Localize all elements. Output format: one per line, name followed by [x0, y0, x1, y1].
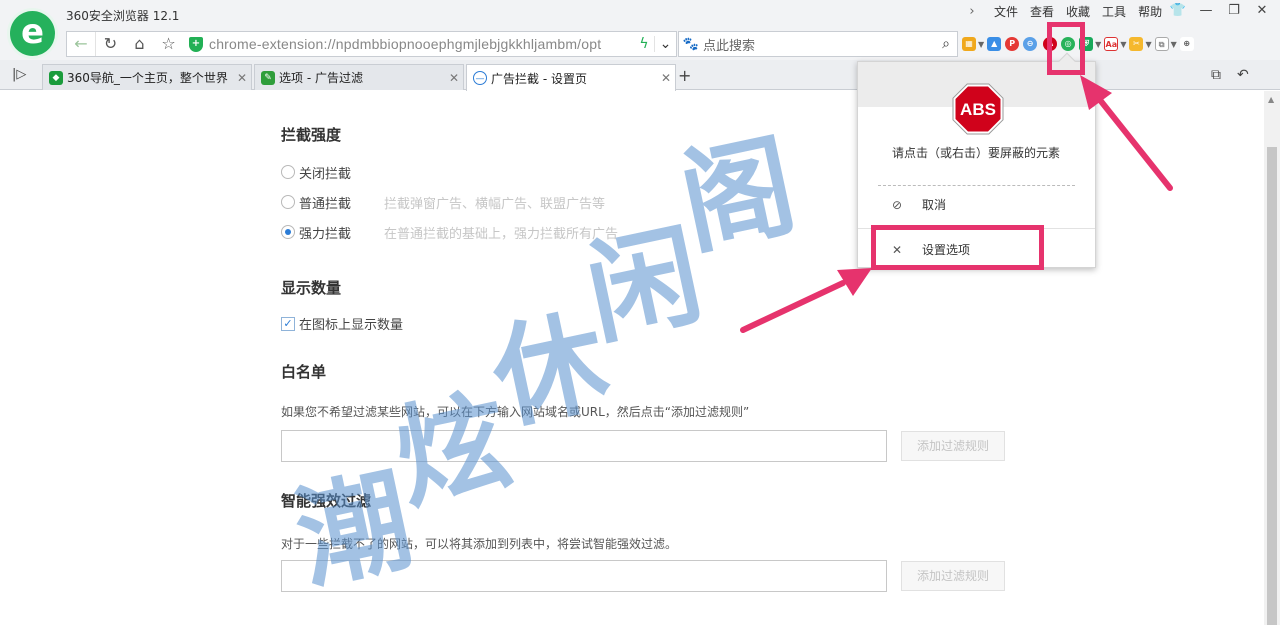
popup-divider: [878, 185, 1075, 186]
level-section-title: 拦截强度: [281, 126, 342, 144]
scroll-thumb[interactable]: [1267, 147, 1277, 625]
sidebar-toggle-icon[interactable]: |▷: [12, 67, 26, 82]
abp-logo-text: ABS: [960, 100, 996, 119]
whitelist-input[interactable]: [281, 430, 887, 462]
tab-adblock-settings[interactable]: — 广告拦截 - 设置页 ✕: [466, 64, 676, 91]
app-title: 360安全浏览器 12.1: [66, 9, 180, 23]
speed-mode-icon[interactable]: ϟ: [634, 36, 654, 52]
abp-stop-sign-icon: ABS: [952, 83, 1004, 135]
radio-button[interactable]: [281, 165, 295, 179]
apps-grid-icon[interactable]: ▦: [962, 37, 976, 51]
highlight-box-options: [871, 225, 1044, 270]
popup-cancel-item[interactable]: ⊘ 取消: [892, 196, 946, 213]
font-extension-icon[interactable]: Aa: [1104, 37, 1119, 51]
radio-description: 拦截弹窗广告、横幅广告、联盟广告等: [384, 196, 606, 212]
blocked-favicon-icon: —: [473, 71, 487, 85]
360-nav-favicon-icon: ◆: [49, 70, 63, 85]
undo-close-icon[interactable]: ↶: [1237, 67, 1249, 83]
tab-close-icon[interactable]: ✕: [445, 71, 463, 85]
pro-extension-icon[interactable]: P: [1005, 37, 1020, 51]
smart-add-button[interactable]: 添加过滤规则: [901, 561, 1005, 591]
radio-label: 强力拦截: [299, 226, 352, 242]
menu-tools[interactable]: 工具: [1102, 3, 1126, 20]
new-tab-button[interactable]: +: [678, 66, 691, 85]
home-button[interactable]: ⌂: [125, 32, 154, 56]
window-controls: 👕 — ❐ ✕: [1164, 0, 1276, 22]
search-input[interactable]: 点此搜索: [703, 35, 935, 54]
tab-filter-options[interactable]: ✎ 选项 - 广告过滤 ✕: [254, 64, 464, 90]
menu-bar: › 文件 查看 收藏 工具 帮助: [962, 2, 1162, 20]
radio-option-off[interactable]: 关闭拦截: [281, 163, 384, 182]
tab-overview-icon[interactable]: ⧉: [1211, 67, 1221, 83]
popup-instruction: 请点击（或右击）要屏蔽的元素: [892, 146, 1061, 160]
skin-icon[interactable]: 👕: [1164, 0, 1192, 22]
popup-cancel-label: 取消: [922, 198, 947, 212]
radio-button-selected[interactable]: [281, 225, 295, 239]
screenshot-extension-icon[interactable]: ✂: [1129, 37, 1144, 51]
browser-window: 360安全浏览器 12.1 › 文件 查看 收藏 工具 帮助 👕 — ❐ ✕ e…: [0, 0, 1280, 625]
url-field[interactable]: chrome-extension://npdmbbiopnooephgmjleb…: [209, 36, 634, 52]
close-window-button[interactable]: ✕: [1248, 0, 1276, 22]
menu-help[interactable]: 帮助: [1138, 3, 1162, 20]
wrench-favicon-icon: ✎: [261, 70, 275, 85]
search-icon[interactable]: ⌕: [935, 36, 957, 52]
back-button[interactable]: ←: [67, 32, 96, 56]
title-bar: 360安全浏览器 12.1 › 文件 查看 收藏 工具 帮助 👕 — ❐ ✕: [0, 0, 1280, 30]
maximize-button[interactable]: ❐: [1220, 0, 1248, 22]
tab-label: 广告拦截 - 设置页: [491, 71, 587, 86]
url-dropdown-icon[interactable]: ⌄: [654, 36, 676, 52]
translate-extension-icon[interactable]: ⊖: [1023, 37, 1038, 51]
count-section-title: 显示数量: [281, 279, 342, 297]
radio-description: 在普通拦截的基础上，强力拦截所有广告: [384, 226, 619, 242]
favorite-star-button[interactable]: ☆: [154, 32, 183, 56]
menu-chevron-icon[interactable]: ›: [962, 4, 982, 19]
radio-button[interactable]: [281, 195, 295, 209]
secure-shield-icon[interactable]: +: [189, 36, 203, 52]
minimize-button[interactable]: —: [1192, 0, 1220, 22]
cancel-icon: ⊘: [892, 197, 903, 212]
smart-section-title: 智能强效过滤: [281, 492, 372, 510]
tab-label: 选项 - 广告过滤: [279, 71, 363, 85]
whitelist-note: 如果您不希望过滤某些网站，可以在下方输入网站域名或URL，然后点击“添加过滤规则…: [281, 405, 750, 419]
search-box: 🐾 点此搜索 ⌕: [678, 31, 958, 57]
page-scrollbar[interactable]: ▲: [1264, 91, 1280, 625]
tab-close-icon[interactable]: ✕: [657, 71, 675, 85]
show-count-option[interactable]: ✓ 在图标上显示数量: [281, 314, 403, 333]
radio-option-strong[interactable]: 强力拦截 在普通拦截的基础上，强力拦截所有广告: [281, 223, 619, 242]
smart-note: 对于一些拦截不了的网站，可以将其添加到列表中，将尝试智能强效过滤。: [281, 537, 678, 551]
whitelist-section-title: 白名单: [281, 363, 327, 381]
cloud-extension-icon[interactable]: ▲: [987, 37, 1002, 51]
address-bar: ← ↻ ⌂ ☆ + chrome-extension://npdmbbiopno…: [66, 31, 677, 57]
nav-bar: ← ↻ ⌂ ☆ + chrome-extension://npdmbbiopno…: [0, 30, 1280, 60]
puzzle-extension-icon[interactable]: ⧉: [1154, 37, 1169, 51]
tab-label: 360导航_一个主页，整个世界: [67, 71, 228, 85]
menu-file[interactable]: 文件: [994, 3, 1018, 20]
menu-view[interactable]: 查看: [1030, 3, 1054, 20]
whitelist-add-button[interactable]: 添加过滤规则: [901, 431, 1005, 461]
menu-favorites[interactable]: 收藏: [1066, 3, 1090, 20]
radio-label: 关闭拦截: [299, 166, 352, 182]
scroll-up-icon[interactable]: ▲: [1268, 95, 1274, 104]
tab-close-icon[interactable]: ✕: [233, 71, 251, 85]
highlight-box-extension: [1047, 22, 1085, 75]
baidu-paw-icon[interactable]: 🐾: [679, 37, 703, 52]
browser-logo: e: [10, 11, 55, 56]
checkbox-label: 在图标上显示数量: [299, 318, 404, 333]
smart-filter-input[interactable]: [281, 560, 887, 592]
zoom-icon[interactable]: ⊕: [1179, 37, 1194, 51]
radio-label: 普通拦截: [299, 196, 352, 212]
refresh-button[interactable]: ↻: [96, 32, 125, 56]
show-count-checkbox[interactable]: ✓: [281, 316, 295, 331]
radio-option-normal[interactable]: 普通拦截 拦截弹窗广告、横幅广告、联盟广告等: [281, 193, 606, 212]
tab-360-nav[interactable]: ◆ 360导航_一个主页，整个世界 ✕: [42, 64, 252, 90]
